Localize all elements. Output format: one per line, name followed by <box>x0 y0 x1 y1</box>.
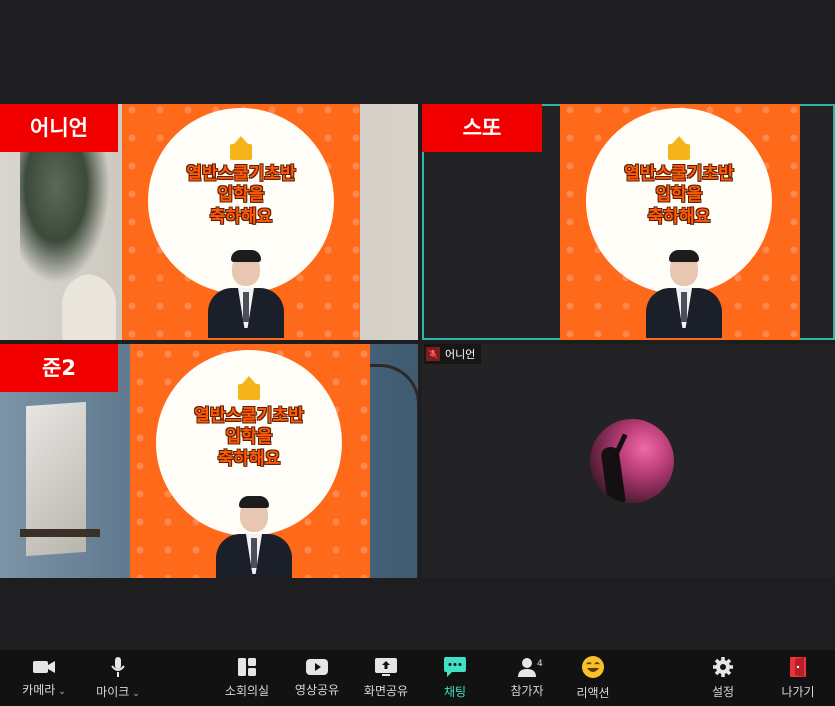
person-photo <box>216 496 292 578</box>
school-icon <box>230 136 252 160</box>
meeting-toolbar: 카메라 ⌄ 마이크 ⌄ 소회의실 영상공유 화면공유 채팅 4 참가자 리액션 설정… <box>0 650 835 706</box>
video-tile-1[interactable]: 열반스쿨기초반 입학을 축하해요 어니언 <box>0 104 418 340</box>
name-tag: 어니언 <box>0 104 118 152</box>
banner-line-2: 입학을 <box>655 185 703 206</box>
camera-button[interactable]: 카메라 ⌄ <box>10 650 78 706</box>
name-tag: 준2 <box>0 344 118 392</box>
video-share-label: 영상공유 <box>294 683 340 697</box>
video-tile-3[interactable]: 열반스쿨기초반 입학을 축하해요 준2 <box>0 344 418 578</box>
banner-line-3: 축하해요 <box>647 206 711 227</box>
virtual-background-card: 열반스쿨기초반 입학을 축하해요 <box>560 104 800 340</box>
breakout-rooms-icon <box>238 658 256 676</box>
mic-button[interactable]: 마이크 ⌄ <box>86 650 150 706</box>
participants-count: 4 <box>537 659 543 669</box>
video-share-button[interactable]: 영상공유 <box>288 650 346 706</box>
exit-door-icon <box>790 657 806 677</box>
chevron-down-icon[interactable]: ⌄ <box>58 687 66 697</box>
banner-line-1: 열반스쿨기초반 <box>186 164 296 184</box>
camera-label: 카메라 <box>22 683 56 697</box>
tie <box>243 292 249 322</box>
leave-button[interactable]: 나가기 <box>774 650 822 706</box>
chat-icon <box>444 657 466 677</box>
reactions-label: 리액션 <box>576 686 610 700</box>
leave-label: 나가기 <box>781 685 815 699</box>
settings-button[interactable]: 설정 <box>700 650 746 706</box>
participant-name-tag: 어니언 <box>424 344 482 364</box>
muted-mic-icon <box>426 347 440 361</box>
video-tile-2[interactable]: 열반스쿨기초반 입학을 축하해요 스또 <box>422 104 835 340</box>
floor-lamp <box>370 364 418 578</box>
banner-line-3: 축하해요 <box>209 206 273 227</box>
chat-label: 채팅 <box>443 685 467 699</box>
breakout-rooms-button[interactable]: 소회의실 <box>218 650 276 706</box>
congrats-banner: 열반스쿨기초반 입학을 축하해요 <box>162 164 320 228</box>
screen-share-button[interactable]: 화면공유 <box>356 650 416 706</box>
congrats-banner: 열반스쿨기초반 입학을 축하해요 <box>600 164 758 228</box>
chat-button[interactable]: 채팅 <box>428 650 482 706</box>
hair <box>231 250 261 262</box>
video-gallery: 열반스쿨기초반 입학을 축하해요 어니언 열반스쿨기초반 입학을 축하해요 스또… <box>0 0 835 650</box>
gear-icon <box>713 657 733 677</box>
banner-line-1: 열반스쿨기초반 <box>194 406 304 426</box>
person-photo <box>208 250 284 340</box>
microphone-icon <box>111 657 125 677</box>
tie <box>681 292 687 322</box>
congrats-banner: 열반스쿨기초반 입학을 축하해요 <box>170 406 328 470</box>
hair <box>239 496 269 508</box>
video-tile-4[interactable]: 어니언 <box>422 344 835 578</box>
school-icon <box>668 136 690 160</box>
banner-line-2: 입학을 <box>217 185 265 206</box>
hair <box>669 250 699 262</box>
plant <box>20 144 110 284</box>
tie <box>251 538 257 568</box>
banner-line-3: 축하해요 <box>217 448 281 469</box>
person-photo <box>646 250 722 340</box>
camera-icon <box>33 661 55 673</box>
reactions-button[interactable]: 리액션 <box>566 650 620 706</box>
laughing-emoji-icon <box>582 656 604 678</box>
participants-icon <box>518 658 536 677</box>
mic-label: 마이크 <box>96 685 130 699</box>
chevron-down-icon[interactable]: ⌄ <box>132 689 140 699</box>
breakout-rooms-label: 소회의실 <box>224 684 270 698</box>
banner-line-1: 열반스쿨기초반 <box>624 164 734 184</box>
participant-avatar <box>590 419 674 503</box>
screen-share-label: 화면공유 <box>363 684 409 698</box>
school-icon <box>238 376 260 400</box>
name-tag: 스또 <box>422 104 542 152</box>
participants-label: 참가자 <box>510 684 544 698</box>
chair <box>62 274 122 340</box>
screen-share-icon <box>375 658 397 676</box>
participants-button[interactable]: 4 참가자 <box>498 650 556 706</box>
participant-name: 어니언 <box>445 348 476 361</box>
settings-label: 설정 <box>711 685 735 699</box>
virtual-background-card: 열반스쿨기초반 입학을 축하해요 <box>122 104 360 340</box>
virtual-background-card: 열반스쿨기초반 입학을 축하해요 <box>130 344 370 578</box>
play-video-icon <box>306 659 328 675</box>
banner-line-2: 입학을 <box>225 427 273 448</box>
side-table <box>20 529 100 537</box>
